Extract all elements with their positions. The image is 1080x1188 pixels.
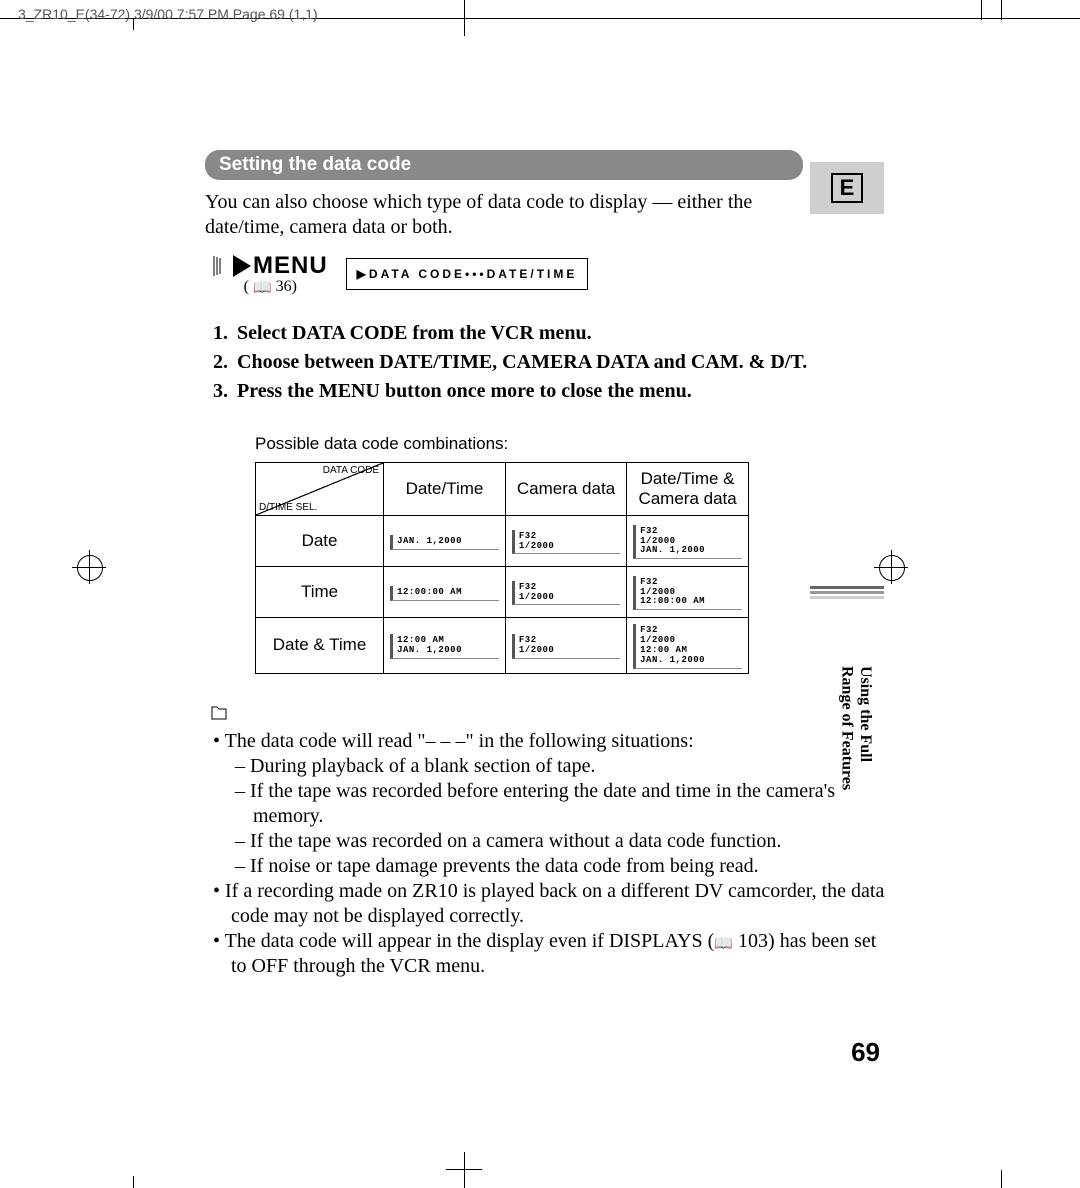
combo-table: DATA CODE D/TIME SEL. Date/Time Camera d… — [255, 462, 749, 674]
trim-top-tick-r1 — [981, 0, 982, 20]
combo-col-2: Camera data — [505, 463, 626, 516]
book-icon — [253, 278, 272, 295]
lcd: F321/2000 — [512, 581, 620, 606]
note-icon — [211, 707, 227, 724]
combo-row-time: Time 12:00:00 AM F321/2000 F321/200012:0… — [256, 567, 749, 618]
lcd: F321/2000 — [512, 634, 620, 659]
combo-col-3: Date/Time & Camera data — [627, 463, 749, 516]
step-1: Select DATA CODE from the VCR menu. — [233, 319, 895, 348]
trim-bot-cross-h — [446, 1169, 482, 1170]
step-2: Choose between DATE/TIME, CAMERA DATA an… — [233, 348, 895, 377]
combo-col-1: Date/Time — [384, 463, 506, 516]
trim-bot-tick-r1 — [1001, 1170, 1002, 1188]
note-2: If a recording made on ZR10 is played ba… — [231, 879, 895, 929]
menu-page-ref: ( 36) — [244, 278, 297, 297]
trim-bot-tick-left — [133, 1176, 134, 1188]
print-mark: 3_ZR10_E(34-72) 3/9/00 7:57 PM Page 69 (… — [18, 6, 318, 22]
menu-block: MENU ( 36) ▶DATA CODE•••DATE/TIME — [213, 252, 895, 297]
combo-row-datetime: Date & Time 12:00 AMJAN. 1,2000 F321/200… — [256, 618, 749, 674]
registration-mark-left — [72, 550, 106, 584]
note-1-sub-3: If the tape was recorded on a camera wit… — [253, 829, 895, 854]
menu-osd-box: ▶DATA CODE•••DATE/TIME — [346, 258, 589, 290]
lcd: 12:00 AMJAN. 1,2000 — [390, 634, 499, 659]
menu-word: MENU — [253, 252, 328, 280]
lcd: F321/200012:00:00 AM — [633, 576, 742, 611]
lcd: JAN. 1,2000 — [390, 535, 499, 550]
step-3: Press the MENU button once more to close… — [233, 377, 895, 406]
combo-row-date: Date JAN. 1,2000 F321/2000 F321/2000JAN.… — [256, 516, 749, 567]
combo-label: Possible data code combinations: — [255, 434, 895, 454]
hatched-play-icon — [213, 255, 231, 277]
section-title: Setting the data code — [205, 150, 803, 180]
combo-corner: DATA CODE D/TIME SEL. — [256, 463, 384, 516]
play-icon — [233, 255, 251, 277]
lcd: F321/200012:00 AMJAN. 1,2000 — [633, 624, 742, 669]
note-1-sub-1: During playback of a blank section of ta… — [253, 754, 895, 779]
note-1-sub-4: If noise or tape damage prevents the dat… — [253, 854, 895, 879]
lcd: F321/2000JAN. 1,2000 — [633, 525, 742, 560]
steps-list: Select DATA CODE from the VCR menu. Choo… — [205, 319, 895, 406]
trim-top-cross-h — [446, 18, 482, 19]
trim-bot-cross-v — [464, 1152, 465, 1188]
notes-block: The data code will read "– – –" in the f… — [205, 702, 895, 979]
note-1: The data code will read "– – –" in the f… — [231, 729, 895, 879]
lcd: F321/2000 — [512, 530, 620, 555]
intro-text: You can also choose which type of data c… — [205, 190, 785, 240]
lcd: 12:00:00 AM — [390, 586, 499, 601]
trim-top-tick-r2 — [1001, 0, 1002, 20]
note-3: The data code will appear in the display… — [231, 929, 895, 979]
book-icon — [714, 930, 733, 952]
note-1-sub-2: If the tape was recorded before entering… — [253, 779, 895, 829]
page-number: 69 — [851, 1037, 880, 1068]
